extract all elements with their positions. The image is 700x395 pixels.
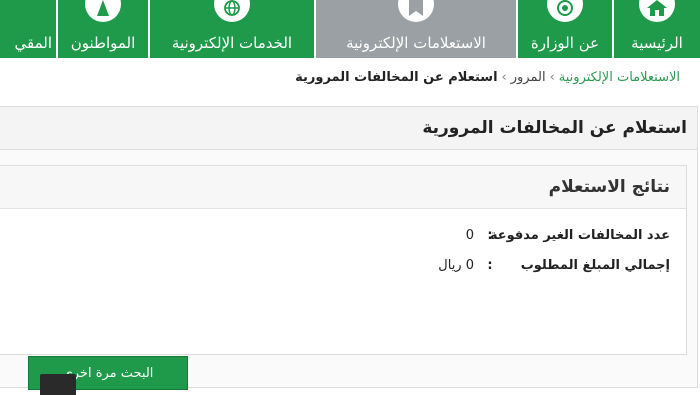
breadcrumb-section-link[interactable]: المرور bbox=[511, 70, 546, 85]
nav-eservices[interactable]: الخدمات الإلكترونية bbox=[150, 0, 314, 58]
results-box: نتائج الاستعلام عدد المخالفات الغير مدفو… bbox=[0, 165, 687, 390]
inquiry-panel: استعلام عن المخالفات المرورية نتائج الاس… bbox=[0, 106, 698, 390]
globe-icon bbox=[214, 0, 250, 22]
total-amount-label: إجمالي المبلغ المطلوب bbox=[520, 258, 670, 273]
nav-about[interactable]: عن الوزارة bbox=[518, 0, 612, 58]
breadcrumb-root-link[interactable]: الاستعلامات الإلكترونية bbox=[559, 70, 680, 85]
nav-eservices-label: الخدمات الإلكترونية bbox=[171, 34, 293, 52]
unpaid-violations-value: 0 bbox=[465, 228, 474, 243]
home-icon bbox=[639, 0, 675, 22]
panel-header: استعلام عن المخالفات المرورية bbox=[0, 107, 697, 150]
chevron-left-icon: › bbox=[501, 70, 507, 85]
unpaid-violations-label: عدد المخالفات الغير مدفوعة bbox=[489, 228, 670, 243]
breadcrumb-current: استعلام عن المخالفات المرورية bbox=[295, 70, 498, 85]
nav-citizens[interactable]: المواطنون bbox=[58, 0, 148, 58]
nav-inquiries-label: الاستعلامات الإلكترونية bbox=[346, 34, 486, 52]
breadcrumb: الاستعلامات الإلكترونية›المرور›استعلام ع… bbox=[295, 70, 680, 85]
unpaid-violations-row: عدد المخالفات الغير مدفوعة:0 bbox=[466, 228, 670, 243]
floating-widget-icon[interactable] bbox=[40, 374, 76, 395]
total-amount-row: إجمالي المبلغ المطلوب:0 ريال bbox=[438, 258, 670, 273]
nav-home[interactable]: الرئيسية bbox=[614, 0, 700, 58]
total-amount-value: 0 ريال bbox=[438, 258, 474, 273]
citizens-icon bbox=[85, 0, 121, 22]
results-header: نتائج الاستعلام bbox=[0, 166, 686, 209]
nav-inquiries[interactable]: الاستعلامات الإلكترونية bbox=[316, 0, 516, 58]
nav-residents[interactable]: المقي bbox=[0, 0, 56, 58]
nav-home-label: الرئيسية bbox=[631, 34, 683, 52]
chevron-left-icon: › bbox=[549, 70, 555, 85]
ministry-emblem-icon bbox=[547, 0, 583, 22]
nav-residents-label: المقي bbox=[14, 34, 53, 52]
page-title: استعلام عن المخالفات المرورية bbox=[422, 118, 687, 138]
nav-about-label: عن الوزارة bbox=[530, 34, 600, 52]
inquiry-icon bbox=[398, 0, 434, 22]
top-nav: الرئيسية عن الوزارة الاستعلامات الإلكترو… bbox=[0, 0, 700, 58]
results-title: نتائج الاستعلام bbox=[548, 177, 670, 197]
nav-citizens-label: المواطنون bbox=[70, 34, 136, 52]
row-colon: : bbox=[487, 258, 493, 273]
